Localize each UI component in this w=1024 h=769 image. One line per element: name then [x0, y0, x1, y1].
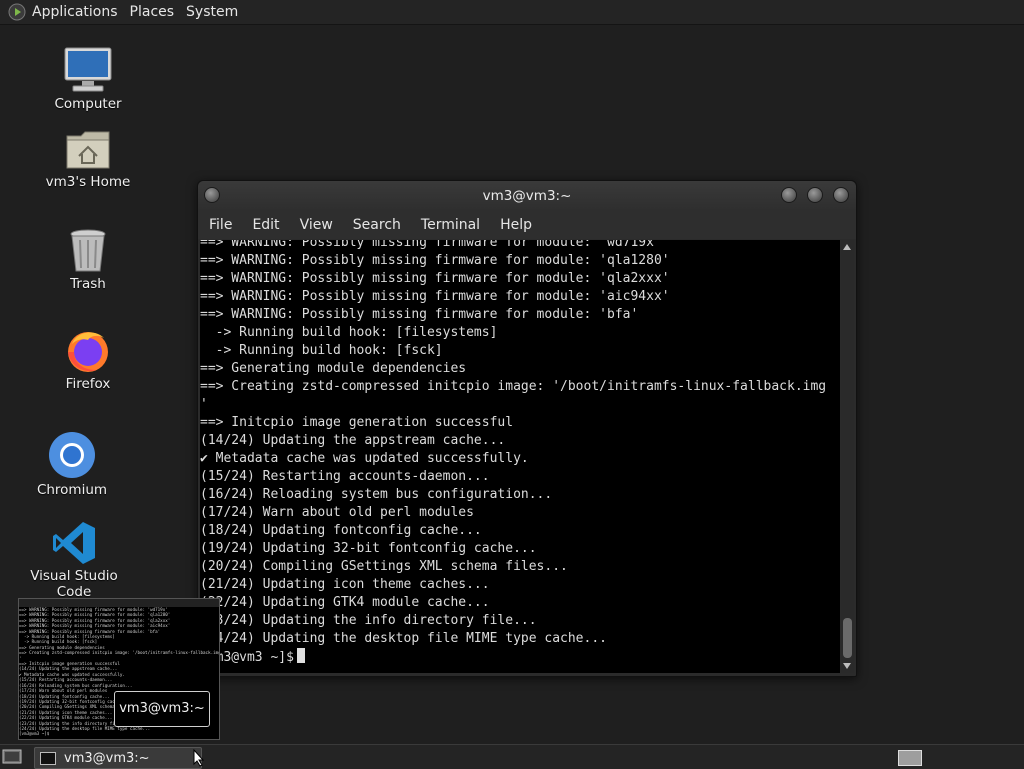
show-desktop-icon[interactable] — [2, 748, 22, 765]
taskbar-window-label: vm3@vm3:~ — [64, 750, 150, 766]
top-panel: Applications Places System — [0, 0, 1024, 25]
maximize-button[interactable] — [807, 187, 823, 203]
scroll-down-arrow-icon[interactable] — [843, 663, 851, 669]
terminal-line: (20/24) Compiling GSettings XML schema f… — [200, 559, 568, 574]
terminal-menubar: File Edit View Search Terminal Help — [198, 211, 856, 239]
terminal-app-icon — [40, 751, 56, 765]
terminal-line: ==> Generating module dependencies — [200, 361, 467, 376]
terminal-output[interactable]: ==> WARNING: Possibly missing firmware f… — [200, 240, 840, 673]
menu-file[interactable]: File — [199, 217, 242, 233]
chromium-icon — [49, 432, 95, 478]
home-folder-icon — [66, 131, 110, 169]
terminal-line: ==> Creating zstd-compressed initcpio im… — [200, 379, 827, 394]
menu-terminal[interactable]: Terminal — [411, 217, 490, 233]
computer-icon — [64, 47, 112, 92]
desktop-icon-chromium[interactable]: Chromium — [12, 430, 132, 498]
terminal-text: ==> WARNING: Possibly missing firmware f… — [200, 240, 840, 667]
desktop-icon-vscode[interactable]: Visual Studio Code — [14, 520, 134, 600]
desktop-icon-label: Computer — [54, 96, 122, 112]
scrollbar-thumb[interactable] — [843, 618, 852, 658]
window-title: vm3@vm3:~ — [482, 188, 572, 204]
desktop-icon-trash[interactable]: Trash — [28, 228, 148, 292]
terminal-line: ==> WARNING: Possibly missing firmware f… — [200, 271, 670, 286]
terminal-cursor — [296, 648, 305, 663]
mouse-pointer-icon — [193, 749, 205, 767]
terminal-line: ==> WARNING: Possibly missing firmware f… — [200, 289, 670, 304]
desktop-icon-label: Trash — [70, 276, 106, 292]
terminal-line: -> Running build hook: [filesystems] — [215, 325, 498, 340]
terminal-line: -> Running build hook: [fsck] — [215, 343, 443, 358]
terminal-line: ==> WARNING: Possibly missing firmware f… — [200, 253, 670, 268]
terminal-line: ==> Initcpio image generation successful — [200, 415, 514, 430]
terminal-line: (16/24) Reloading system bus configurati… — [200, 487, 553, 502]
terminal-line: ==> WARNING: Possibly missing firmware f… — [200, 240, 662, 250]
scroll-up-arrow-icon[interactable] — [843, 244, 851, 250]
close-button[interactable] — [833, 187, 849, 203]
preview-menubar — [19, 599, 219, 607]
terminal-line: (24/24) Updating the desktop file MIME t… — [200, 631, 607, 646]
desktop-icon-computer[interactable]: Computer — [28, 46, 148, 112]
desktop-icon-home[interactable]: vm3's Home — [28, 128, 148, 190]
desktop-icon-label: Firefox — [65, 376, 111, 392]
menu-edit[interactable]: Edit — [242, 217, 289, 233]
menu-view[interactable]: View — [290, 217, 343, 233]
terminal-line: ==> WARNING: Possibly missing firmware f… — [200, 307, 639, 322]
minimize-button[interactable] — [781, 187, 797, 203]
desktop-icon-firefox[interactable]: Firefox — [28, 326, 148, 392]
terminal-line: (14/24) Updating the appstream cache... — [200, 433, 506, 448]
bottom-panel: vm3@vm3:~ — [0, 744, 1024, 769]
trash-icon — [70, 229, 106, 272]
taskbar-window-button[interactable]: vm3@vm3:~ — [34, 747, 202, 769]
terminal-window[interactable]: vm3@vm3:~ File Edit View Search Terminal… — [197, 180, 857, 677]
window-titlebar[interactable]: vm3@vm3:~ — [198, 181, 856, 211]
menu-help[interactable]: Help — [490, 217, 542, 233]
terminal-scrollbar[interactable] — [841, 240, 854, 673]
terminal-line: (19/24) Updating 32-bit fontconfig cache… — [200, 541, 537, 556]
desktop-icon-label: Visual Studio Code — [30, 568, 118, 600]
firefox-icon — [68, 332, 108, 372]
terminal-line: (21/24) Updating icon theme caches... — [200, 577, 490, 592]
workspace-switcher[interactable] — [898, 750, 922, 766]
menu-search[interactable]: Search — [343, 217, 411, 233]
vscode-icon — [53, 522, 95, 564]
desktop-icon-label: vm3's Home — [45, 174, 131, 190]
terminal-line: (23/24) Updating the info directory file… — [200, 613, 537, 628]
terminal-line: (18/24) Updating fontconfig cache... — [200, 523, 482, 538]
taskbar-tooltip: vm3@vm3:~ — [114, 691, 210, 727]
places-menu[interactable]: Places — [124, 4, 181, 20]
applications-menu-icon[interactable] — [8, 3, 26, 21]
terminal-line: (22/24) Updating GTK4 module cache... — [200, 595, 490, 610]
desktop-icon-label: Chromium — [36, 482, 108, 498]
terminal-line: (15/24) Restarting accounts-daemon... — [200, 469, 490, 484]
terminal-line: ✔ Metadata cache was updated successfull… — [200, 451, 529, 466]
system-menu[interactable]: System — [180, 4, 244, 20]
terminal-line: ' — [200, 397, 208, 412]
applications-menu[interactable]: Applications — [26, 4, 124, 20]
terminal-line: (17/24) Warn about old perl modules — [200, 505, 474, 520]
